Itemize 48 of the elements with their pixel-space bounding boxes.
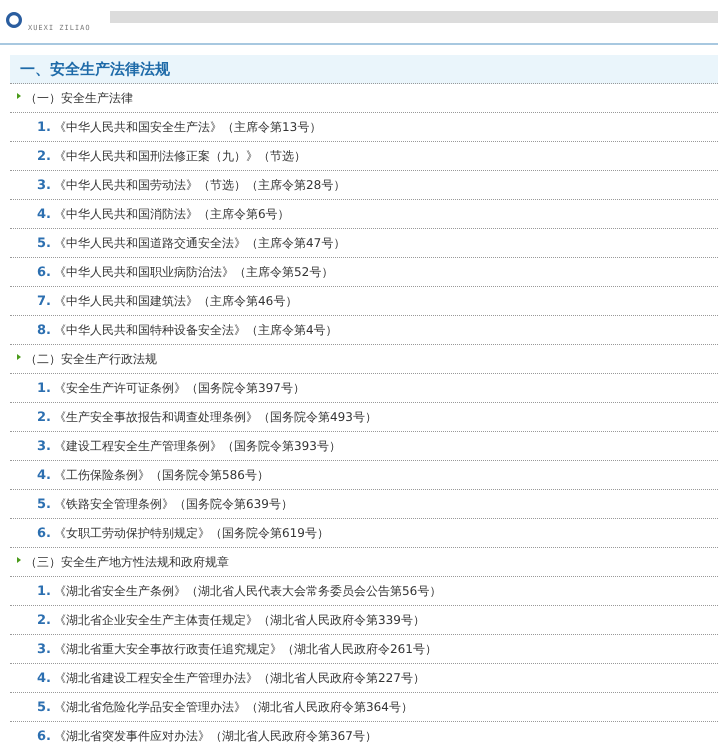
item-number: 5. <box>37 496 51 512</box>
item-number: 1. <box>37 120 51 134</box>
arrow-icon <box>17 92 21 98</box>
item-number: 4. <box>37 670 51 686</box>
law-link[interactable]: 《湖北省危险化学品安全管理办法》（湖北省人民政府令第364号） <box>54 698 413 716</box>
logo-icon <box>6 12 22 28</box>
item-number: 3. <box>37 642 51 656</box>
item-number: 3. <box>37 438 51 454</box>
item-number: 2. <box>37 612 51 628</box>
item-number: 6. <box>37 264 51 280</box>
law-link[interactable]: 《生产安全事故报告和调查处理条例》（国务院令第493号） <box>54 408 377 426</box>
law-link[interactable]: 《湖北省重大安全事故行政责任追究规定》（湖北省人民政府令261号） <box>54 640 437 658</box>
law-link[interactable]: 《女职工劳动保护特别规定》（国务院令第619号） <box>54 524 329 542</box>
item-number: 4. <box>37 206 51 222</box>
law-link[interactable]: 《湖北省突发事件应对办法》（湖北省人民政府令第367号） <box>54 728 377 744</box>
law-link[interactable]: 《中华人民共和国刑法修正案（九）》（节选） <box>54 148 306 164</box>
section-title: 一、安全生产法律法规 <box>10 55 718 84</box>
item-number: 6. <box>37 526 51 540</box>
arrow-icon <box>17 556 21 562</box>
law-link[interactable]: 《中华人民共和国道路交通安全法》（主席令第47号） <box>54 234 346 252</box>
item-number: 2. <box>37 410 51 424</box>
category-title: （二）安全生产行政法规 <box>25 350 157 368</box>
item-number: 1. <box>37 380 51 396</box>
item-number: 5. <box>37 700 51 714</box>
item-number: 5. <box>37 236 51 250</box>
item-number: 6. <box>37 728 51 744</box>
category-title: （三）安全生产地方性法规和政府规章 <box>25 554 229 570</box>
law-link[interactable]: 《湖北省企业安全生产主体责任规定》（湖北省人民政府令第339号） <box>54 612 425 628</box>
item-number: 8. <box>37 322 51 338</box>
law-link[interactable]: 《工伤保险条例》（国务院令第586号） <box>54 466 269 484</box>
item-number: 7. <box>37 294 51 308</box>
item-number: 2. <box>37 148 51 164</box>
law-link[interactable]: 《中华人民共和国消防法》（主席令第6号） <box>54 206 290 222</box>
category-title: （一）安全生产法律 <box>25 90 133 106</box>
item-number: 1. <box>37 584 51 598</box>
law-link[interactable]: 《中华人民共和国特种设备安全法》（主席令第4号） <box>54 322 338 338</box>
law-link[interactable]: 《建设工程安全生产管理条例》（国务院令第393号） <box>54 438 341 454</box>
law-link[interactable]: 《中华人民共和国职业病防治法》（主席令第52号） <box>54 264 334 280</box>
law-link[interactable]: 《湖北省安全生产条例》（湖北省人民代表大会常务委员会公告第56号） <box>54 582 442 600</box>
item-number: 3. <box>37 178 51 192</box>
item-number: 4. <box>37 468 51 482</box>
law-link[interactable]: 《铁路安全管理条例》（国务院令第639号） <box>54 496 293 512</box>
arrow-icon <box>17 354 21 360</box>
law-link[interactable]: 《安全生产许可证条例》（国务院令第397号） <box>54 380 305 396</box>
law-link[interactable]: 《湖北省建设工程安全生产管理办法》（湖北省人民政府令第227号） <box>54 670 425 686</box>
law-link[interactable]: 《中华人民共和国安全生产法》（主席令第13号） <box>54 118 322 136</box>
law-link[interactable]: 《中华人民共和国建筑法》（主席令第46号） <box>54 292 298 310</box>
law-link[interactable]: 《中华人民共和国劳动法》（节选）（主席令第28号） <box>54 176 346 194</box>
